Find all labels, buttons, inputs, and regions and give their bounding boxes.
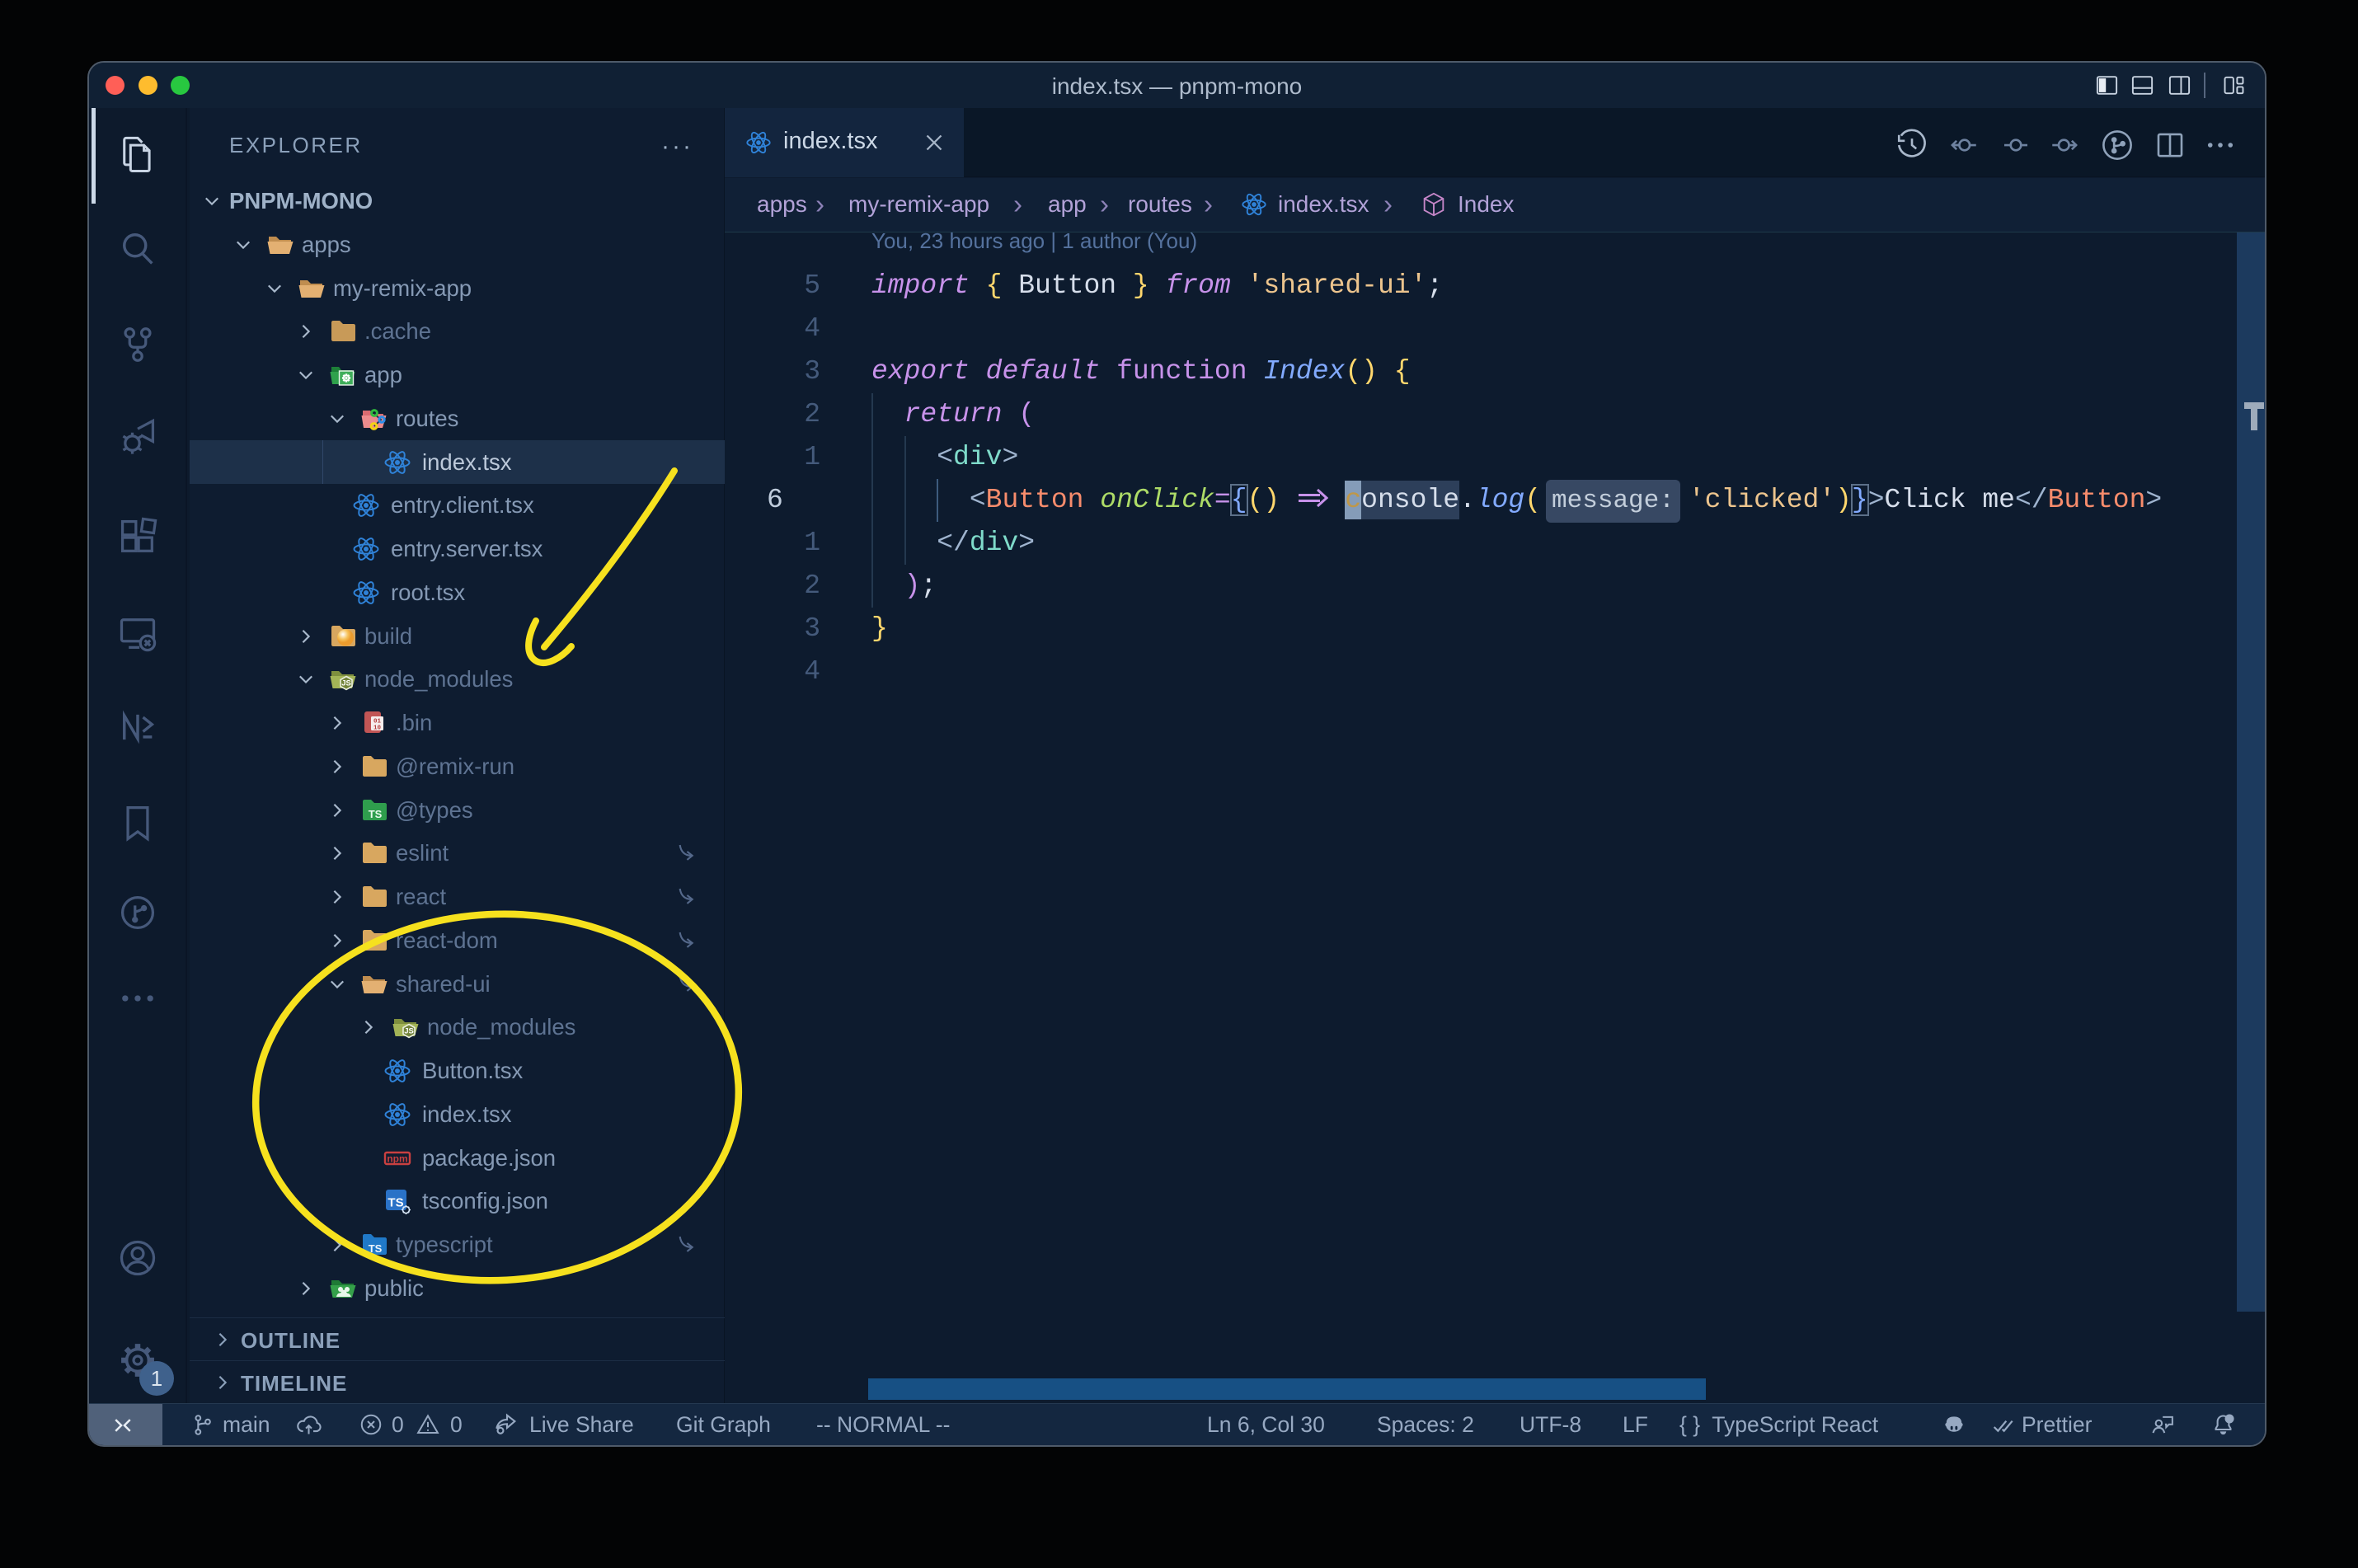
svg-text:01: 01: [373, 719, 382, 725]
svg-text:npm: npm: [387, 1153, 407, 1165]
svg-text:JS: JS: [341, 679, 351, 688]
svg-text:JS: JS: [404, 1027, 414, 1036]
svg-text:10: 10: [373, 725, 382, 732]
svg-text:TS: TS: [388, 1196, 403, 1210]
svg-text:TS: TS: [369, 808, 383, 820]
svg-text:TS: TS: [369, 1242, 383, 1255]
